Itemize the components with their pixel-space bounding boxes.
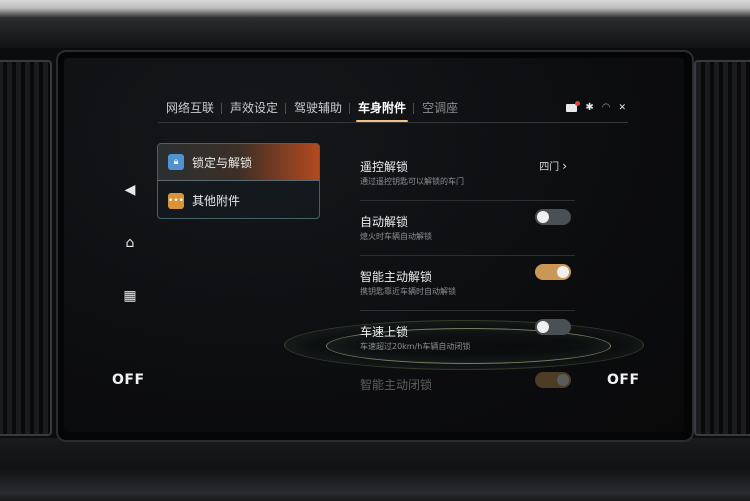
toggle-knob [537,321,549,333]
row-divider [360,255,575,256]
setting-remote-unlock[interactable]: 遥控解锁 通过遥控钥匙可以解锁的车门 四门 › [360,158,575,206]
tab-label: 车身附件 [358,101,407,115]
status-bar: ✱ ◠ ✕ [566,100,626,113]
tab-label: 驾驶辅助 [294,101,343,115]
setting-subtitle: 熄火时车辆自动解锁 [360,232,432,241]
chevron-right-icon: › [562,159,567,173]
dashboard-top [0,0,750,48]
setting-value[interactable]: 四门 › [539,158,567,173]
smart-lock-toggle[interactable] [535,372,571,388]
setting-subtitle: 携钥匙靠近车辆时自动解锁 [360,287,456,296]
right-climate-status[interactable]: OFF [607,372,640,388]
category-other-accessories[interactable]: ••• 其他附件 [158,182,319,219]
message-icon[interactable] [566,100,581,112]
tab-sound[interactable]: 声效设定 [222,94,287,122]
setting-title: 车速上锁 [360,325,409,339]
wifi-icon: ◠ [601,102,611,113]
door-count-value: 四门 [539,162,560,173]
category-panel: 🔒︎ 锁定与解锁 ••• 其他附件 [157,143,320,219]
back-icon[interactable]: ◀ [120,180,140,200]
tab-network[interactable]: 网络互联 [158,94,223,122]
setting-title: 遥控解锁 [360,160,409,174]
category-label: 其他附件 [192,194,241,208]
toggle-knob [557,374,569,386]
category-label: 锁定与解锁 [192,155,253,170]
setting-auto-unlock: 自动解锁 熄火时车辆自动解锁 [360,209,575,261]
home-icon[interactable]: ⌂ [120,233,140,253]
auto-unlock-toggle[interactable] [535,209,571,225]
tab-climate-seat[interactable]: 空调座 [414,94,466,122]
toggle-knob [557,266,569,278]
left-climate-status[interactable]: OFF [112,372,145,388]
left-air-vent [0,60,52,436]
close-icon[interactable]: ✕ [618,103,626,113]
tab-label: 空调座 [422,101,459,115]
category-lock-unlock[interactable]: 🔒︎ 锁定与解锁 [158,144,319,181]
setting-title: 智能主动解锁 [360,270,433,284]
setting-speed-lock: 车速上锁 车速超过20km/h车辆自动闭锁 [360,319,575,371]
tab-label: 声效设定 [230,101,279,115]
setting-subtitle: 通过遥控钥匙可以解锁的车门 [360,177,464,186]
tab-body-accessories[interactable]: 车身附件 [350,94,415,122]
settings-tabs: 网络互联 声效设定 驾驶辅助 车身附件 空调座 [158,94,466,122]
setting-title: 自动解锁 [360,215,409,229]
toggle-knob [537,211,549,223]
right-air-vent [694,60,750,436]
more-icon: ••• [168,192,184,209]
tab-driving-assist[interactable]: 驾驶辅助 [286,94,351,122]
tab-label: 网络互联 [166,101,215,115]
infotainment-screen: 网络互联 声效设定 驾驶辅助 车身附件 空调座 ✱ ◠ ✕ ◀ ⌂ ▦ 🔒︎ 锁… [64,58,684,432]
setting-smart-unlock: 智能主动解锁 携钥匙靠近车辆时自动解锁 [360,264,575,316]
row-divider [360,310,575,311]
setting-title: 智能主动闭锁 [360,378,433,392]
setting-subtitle: 车速超过20km/h车辆自动闭锁 [360,342,471,351]
bluetooth-icon: ✱ [585,102,594,113]
row-divider [360,200,575,201]
lock-icon: 🔒︎ [168,154,184,170]
smart-unlock-toggle[interactable] [535,264,571,280]
setting-smart-lock: 智能主动闭锁 [360,372,575,424]
tab-divider [158,122,628,123]
dashboard-bottom [0,438,750,501]
apps-grid-icon[interactable]: ▦ [120,286,140,306]
speed-lock-toggle[interactable] [535,319,571,335]
